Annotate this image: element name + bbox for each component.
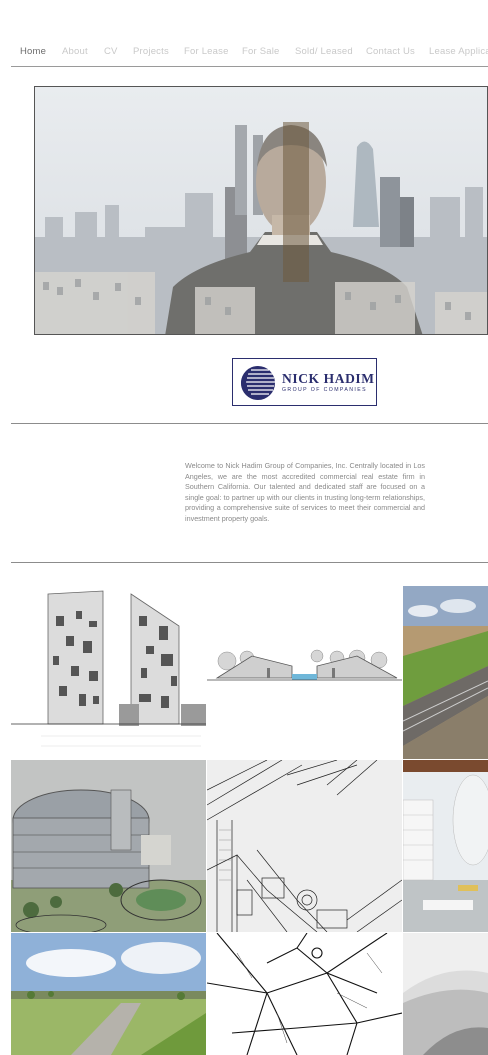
nav-sold-leased[interactable]: Sold/ Leased: [295, 46, 353, 57]
nav-divider: [11, 66, 488, 67]
nav-for-lease[interactable]: For Lease: [184, 46, 229, 57]
nav-for-sale[interactable]: For Sale: [242, 46, 280, 57]
welcome-text: Welcome to Nick Hadim Group of Companies…: [185, 461, 425, 523]
section-divider: [11, 423, 488, 424]
nav-home[interactable]: Home: [20, 46, 46, 57]
nav-projects[interactable]: Projects: [133, 46, 169, 57]
globe-logo-icon: [241, 366, 275, 400]
round-building-render-icon: [11, 760, 206, 932]
nav-contact-us[interactable]: Contact Us: [366, 46, 415, 57]
building-elevation-drawing-icon: [11, 586, 206, 759]
project-gallery: [11, 586, 488, 1055]
park-landscape-render-icon: [11, 933, 206, 1055]
nav-about[interactable]: About: [62, 46, 88, 57]
gallery-tile[interactable]: [11, 933, 206, 1055]
company-logo[interactable]: NICK HADIM GROUP OF COMPANIES: [232, 358, 377, 406]
gallery-tile[interactable]: [207, 586, 402, 759]
white-model-render-icon: [403, 760, 488, 932]
gallery-tile[interactable]: [11, 760, 206, 932]
gallery-tile[interactable]: [403, 760, 488, 932]
logo-subtitle: GROUP OF COMPANIES: [282, 387, 367, 393]
nav-lease-application[interactable]: Lease Applicat: [429, 46, 488, 57]
white-architecture-photo-icon: [403, 933, 488, 1055]
hero-image: [34, 86, 488, 335]
nav-cv[interactable]: CV: [104, 46, 118, 57]
street-map-drawing-icon: [207, 933, 402, 1055]
gallery-tile[interactable]: [207, 760, 402, 932]
section-drawing-icon: [207, 586, 402, 759]
rail-landscape-render-icon: [403, 586, 488, 759]
gallery-tile[interactable]: [403, 586, 488, 759]
gallery-tile[interactable]: [11, 586, 206, 759]
gallery-tile[interactable]: [403, 933, 488, 1055]
section-divider: [11, 562, 488, 563]
gallery-tile[interactable]: [207, 933, 402, 1055]
main-nav: Home About CV Projects For Lease For Sal…: [0, 40, 488, 66]
logo-name: NICK HADIM: [282, 371, 375, 386]
site-plan-sketch-icon: [207, 760, 402, 932]
